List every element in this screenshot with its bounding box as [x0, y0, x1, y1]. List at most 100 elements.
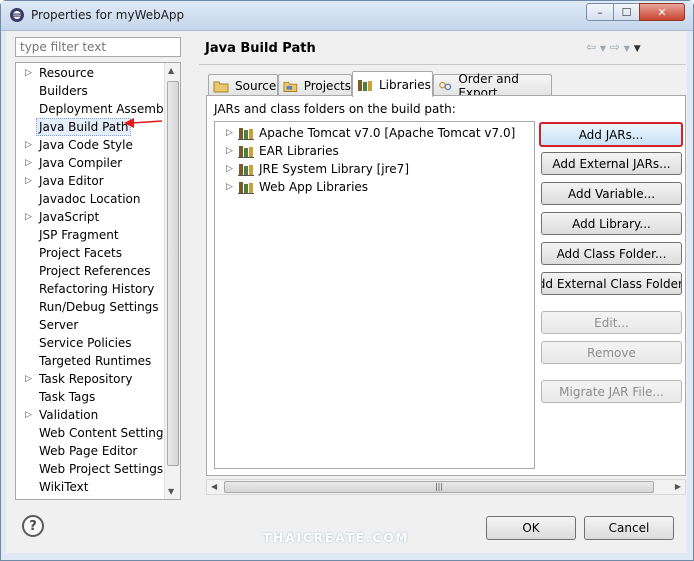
- tree-item[interactable]: Project References: [16, 262, 164, 280]
- tab-source[interactable]: Source: [208, 74, 278, 96]
- tree-item[interactable]: Task Tags: [16, 388, 164, 406]
- tree-item[interactable]: ▷ XDoclet: [16, 496, 164, 499]
- list-item[interactable]: ▷ Apache Tomcat v7.0 [Apache Tomcat v7.0]: [215, 124, 533, 142]
- list-item[interactable]: ▷ EAR Libraries: [215, 142, 533, 160]
- list-item-label: Web App Libraries: [259, 180, 369, 194]
- tree-scroll-thumb[interactable]: [167, 81, 179, 466]
- tree-item-label: Java Build Path: [36, 118, 132, 136]
- build-path-list-label: JARs and class folders on the build path…: [214, 102, 456, 116]
- tree-item[interactable]: JSP Fragment: [16, 226, 164, 244]
- tree-item[interactable]: ▷ Java Editor: [16, 172, 164, 190]
- expand-arrow-icon[interactable]: ▷: [25, 136, 35, 154]
- maximize-button[interactable]: ☐: [613, 3, 640, 21]
- tree-item[interactable]: Web Content Settings: [16, 424, 170, 442]
- close-icon: ✕: [657, 5, 667, 19]
- tree-item[interactable]: ▷ Java Compiler: [16, 154, 164, 172]
- tree-item[interactable]: Builders: [16, 82, 164, 100]
- add-jars-button[interactable]: Add JARs...: [539, 122, 683, 147]
- back-menu-chevron-icon[interactable]: ▼: [600, 44, 606, 53]
- tree-item-label: Builders: [39, 84, 88, 98]
- scroll-right-icon[interactable]: ▶: [675, 482, 681, 491]
- scroll-down-icon[interactable]: ▼: [168, 487, 174, 496]
- help-icon[interactable]: ?: [22, 515, 44, 537]
- library-icon: [238, 146, 254, 158]
- tree-item[interactable]: ▷ JavaScript: [16, 208, 164, 226]
- library-icon: [238, 128, 254, 140]
- tree-item-label: Project References: [39, 264, 151, 278]
- library-icon: [238, 182, 254, 194]
- forward-arrow-icon[interactable]: ⇨: [610, 40, 620, 54]
- close-button[interactable]: ✕: [639, 3, 685, 21]
- expand-arrow-icon[interactable]: ▷: [226, 124, 233, 142]
- filter-input[interactable]: [15, 37, 181, 57]
- tree-item[interactable]: ▷ Resource: [16, 64, 164, 82]
- tree-item[interactable]: Web Project Settings: [16, 460, 164, 478]
- add-variable-button[interactable]: Add Variable...: [541, 182, 682, 205]
- tab-libraries-label: Libraries: [379, 77, 431, 92]
- scroll-left-icon[interactable]: ◀: [211, 482, 217, 491]
- tab-source-label: Source: [235, 78, 277, 93]
- tree-item[interactable]: Run/Debug Settings: [16, 298, 164, 316]
- eclipse-icon: [10, 8, 24, 22]
- tree-item[interactable]: Server: [16, 316, 164, 334]
- expand-arrow-icon[interactable]: ▷: [25, 496, 35, 499]
- expand-arrow-icon[interactable]: ▷: [226, 178, 233, 196]
- add-external-class-folder-button[interactable]: Add External Class Folder...: [541, 272, 682, 295]
- tree-item[interactable]: Javadoc Location: [16, 190, 164, 208]
- expand-arrow-icon[interactable]: ▷: [25, 154, 35, 172]
- tab-projects[interactable]: Projects: [278, 74, 352, 96]
- migrate-jar-file-button[interactable]: Migrate JAR File...: [541, 380, 682, 403]
- add-class-folder-button[interactable]: Add Class Folder...: [541, 242, 682, 265]
- tree-item-label: Run/Debug Settings: [39, 300, 159, 314]
- tab-order-and-export[interactable]: Order and Export: [433, 72, 552, 100]
- tree-item[interactable]: Refactoring History: [16, 280, 164, 298]
- tree-item-label: Java Compiler: [39, 156, 123, 170]
- title-bar[interactable]: Properties for myWebApp – ☐ ✕: [1, 1, 693, 31]
- projects-icon: [283, 81, 298, 92]
- watermark-text: THAICREATE.COM: [263, 531, 410, 545]
- tree-item[interactable]: WikiText: [16, 478, 164, 496]
- tree-vertical-scrollbar[interactable]: ▲ ▼: [164, 63, 180, 499]
- tree-item-label: Web Content Settings: [39, 426, 170, 440]
- forward-menu-chevron-icon[interactable]: ▼: [624, 44, 630, 53]
- list-item[interactable]: ▷ Web App Libraries: [215, 178, 533, 196]
- tree-item[interactable]: Targeted Runtimes: [16, 352, 164, 370]
- tree-item[interactable]: ▷ Task Repository: [16, 370, 164, 388]
- horizontal-scrollbar[interactable]: ◀ ||| ▶: [206, 479, 686, 495]
- edit-button[interactable]: Edit...: [541, 311, 682, 334]
- tree-item[interactable]: Service Policies: [16, 334, 164, 352]
- expand-arrow-icon[interactable]: ▷: [226, 160, 233, 178]
- expand-arrow-icon[interactable]: ▷: [25, 208, 35, 226]
- libraries-icon: [358, 79, 372, 91]
- tree-item[interactable]: ▷ Validation: [16, 406, 164, 424]
- expand-arrow-icon[interactable]: ▷: [226, 142, 233, 160]
- cancel-button[interactable]: Cancel: [584, 516, 674, 540]
- horizontal-scroll-thumb[interactable]: |||: [224, 481, 654, 493]
- remove-button[interactable]: Remove: [541, 341, 682, 364]
- build-path-list[interactable]: ▷ Apache Tomcat v7.0 [Apache Tomcat v7.0]…: [214, 121, 535, 469]
- add-library-button[interactable]: Add Library...: [541, 212, 682, 235]
- tree-item-label: JavaScript: [39, 210, 100, 224]
- minimize-icon: –: [597, 5, 603, 19]
- expand-arrow-icon[interactable]: ▷: [25, 406, 35, 424]
- tree-item[interactable]: ▷ Java Code Style: [16, 136, 164, 154]
- expand-arrow-icon[interactable]: ▷: [25, 172, 35, 190]
- tree-item[interactable]: Project Facets: [16, 244, 164, 262]
- tree-item-label: Task Tags: [39, 390, 96, 404]
- expand-arrow-icon[interactable]: ▷: [25, 64, 35, 82]
- list-item-label: Apache Tomcat v7.0 [Apache Tomcat v7.0]: [259, 126, 516, 140]
- tab-libraries[interactable]: Libraries: [352, 71, 433, 97]
- scroll-up-icon[interactable]: ▲: [168, 66, 174, 75]
- tree-item-label: Deployment Assembly: [39, 102, 175, 116]
- view-menu-icon[interactable]: ▼: [634, 44, 641, 54]
- list-item[interactable]: ▷ JRE System Library [jre7]: [215, 160, 533, 178]
- back-arrow-icon[interactable]: ⇦: [586, 40, 596, 54]
- tree-item[interactable]: Deployment Assembly: [16, 100, 174, 118]
- ok-button[interactable]: OK: [486, 516, 576, 540]
- expand-arrow-icon[interactable]: ▷: [25, 370, 35, 388]
- add-external-jars-button[interactable]: Add External JARs...: [541, 152, 682, 175]
- tree-item[interactable]: Web Page Editor: [16, 442, 164, 460]
- page-title: Java Build Path: [205, 41, 316, 56]
- list-item-label: JRE System Library [jre7]: [259, 162, 409, 176]
- minimize-button[interactable]: –: [586, 3, 614, 21]
